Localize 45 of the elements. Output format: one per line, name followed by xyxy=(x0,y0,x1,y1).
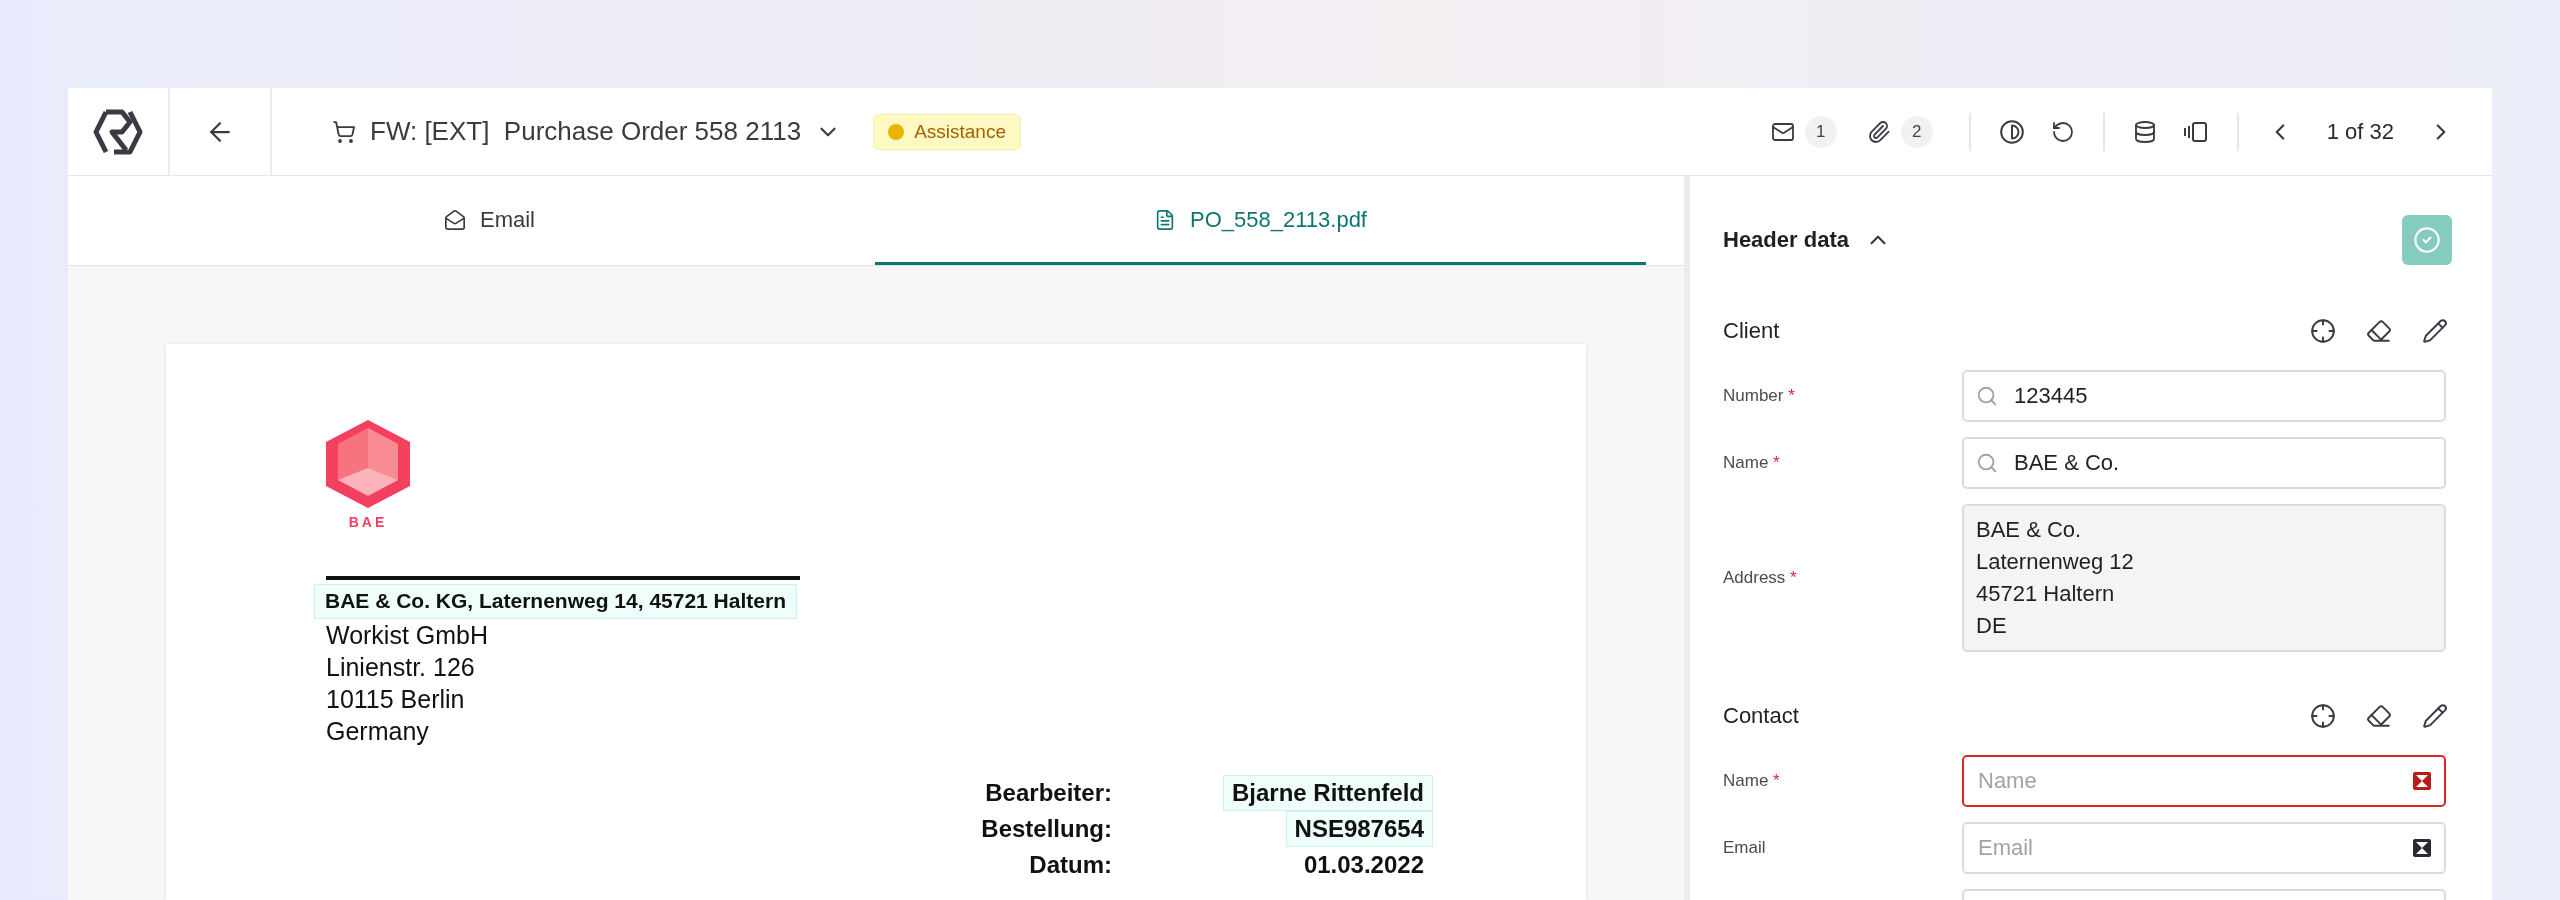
detail-label: Bestellung: xyxy=(980,814,1112,844)
search-field[interactable]: BAE & Co. xyxy=(1962,437,2446,489)
document-icon xyxy=(1154,209,1176,231)
detail-value: 01.03.2022 xyxy=(1302,850,1425,880)
search-field[interactable]: 123445 xyxy=(1962,370,2446,422)
field-label: Number * xyxy=(1723,386,1796,406)
logo-text: BAE xyxy=(348,514,388,530)
input-field[interactable]: Name xyxy=(1962,755,2446,807)
detail-value: NSE987654 xyxy=(1285,811,1433,847)
envelope-icon xyxy=(444,209,466,231)
address-field[interactable]: BAE & Co. Laternenweg 12 45721 Haltern DE xyxy=(1962,504,2446,652)
check-circle-icon xyxy=(2413,226,2441,254)
field-label: Email xyxy=(1723,838,1767,858)
field-input[interactable]: Email xyxy=(1976,834,2398,862)
count-badge: 1 xyxy=(1804,115,1837,148)
count-badge: 2 xyxy=(1900,115,1933,148)
cart-icon xyxy=(332,119,356,144)
field-label: Name * xyxy=(1723,453,1781,473)
address-line: Linienstr. 126 xyxy=(326,652,476,683)
detail-label: Bearbeiter: xyxy=(984,778,1112,808)
clear-icon[interactable] xyxy=(2412,838,2432,858)
tab[interactable]: PO_558_2113.pdf xyxy=(875,176,1646,265)
field-label: Name * xyxy=(1723,771,1781,791)
address-line: Germany xyxy=(326,716,430,747)
field-input[interactable]: BAE & Co. xyxy=(2012,449,2432,477)
tab[interactable]: Email xyxy=(104,176,875,265)
section-title: Contact xyxy=(1723,703,1800,729)
document-title: FW: [EXT] Purchase Order 558 2113 xyxy=(370,116,802,147)
address-line: 10115 Berlin xyxy=(326,684,466,715)
status-badge: Assistance xyxy=(873,113,1021,150)
logo-icon[interactable] xyxy=(92,107,144,156)
page-counter: 1 of 32 xyxy=(2326,118,2394,145)
section-title: Client xyxy=(1723,318,1781,344)
search-icon xyxy=(1976,385,1998,407)
field-label: Address * xyxy=(1723,568,1798,588)
paperclip-icon[interactable] xyxy=(1866,119,1891,144)
field-input[interactable]: 123445 xyxy=(2012,382,2432,410)
clear-icon[interactable] xyxy=(2412,771,2432,791)
hexagon-logo-icon xyxy=(326,420,410,508)
detail-value: Bjarne Rittenfeld xyxy=(1222,775,1433,811)
panel-title: Header data xyxy=(1723,227,1849,253)
search-icon xyxy=(1976,452,1998,474)
field-input[interactable]: Name xyxy=(1976,767,2398,795)
address-line: Workist GmbH xyxy=(326,620,490,651)
detail-label: Datum: xyxy=(1028,850,1112,880)
